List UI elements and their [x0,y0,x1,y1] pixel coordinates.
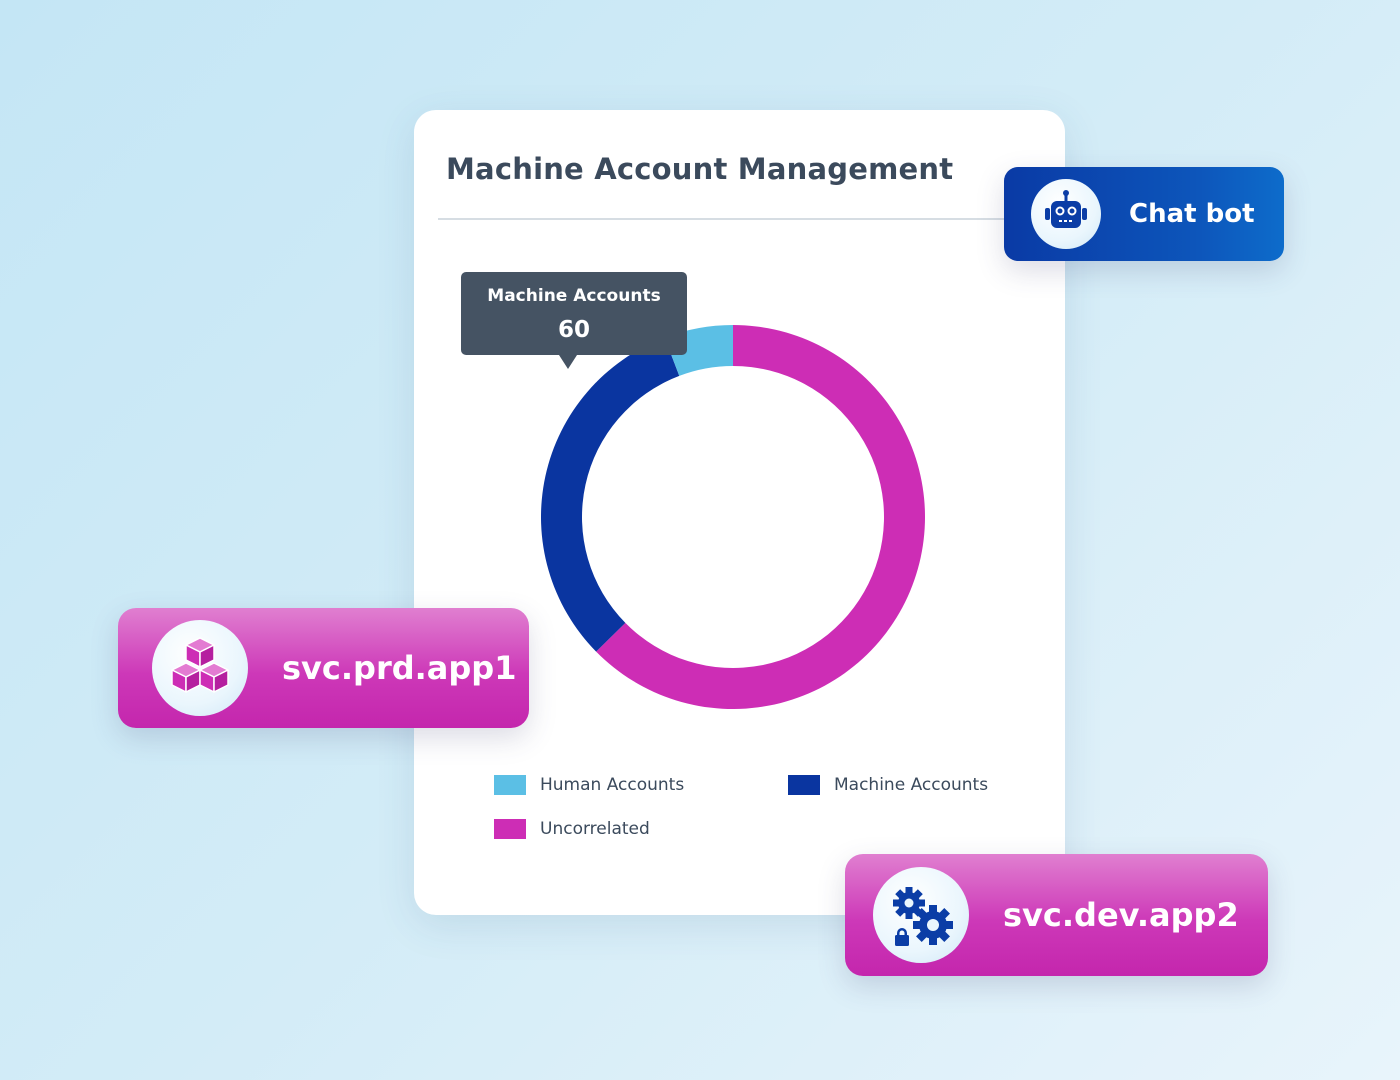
legend-item-human-accounts[interactable]: Human Accounts [494,775,684,795]
legend-label-machine-accounts: Machine Accounts [834,775,989,795]
legend-swatch-machine-accounts [788,775,820,795]
legend-label-uncorrelated: Uncorrelated [540,819,650,839]
service-label-dev: svc.dev.app2 [1003,896,1239,934]
service-chip-prd[interactable]: svc.prd.app1 [118,608,529,728]
chart-card: Machine Account Management Human Account… [414,110,1065,915]
robot-icon [1031,179,1101,249]
chart-tooltip: Machine Accounts 60 [461,272,687,369]
cubes-icon [152,620,248,716]
legend-item-machine-accounts[interactable]: Machine Accounts [788,775,988,795]
gears-lock-icon [873,867,969,963]
legend-label-human-accounts: Human Accounts [540,775,685,795]
service-chip-dev[interactable]: svc.dev.app2 [845,854,1268,976]
tooltip-label: Machine Accounts [487,286,661,306]
tooltip-value: 60 [557,317,590,343]
legend-swatch-uncorrelated [494,819,526,839]
legend-swatch-human-accounts [494,775,526,795]
service-label-prd: svc.prd.app1 [282,649,517,687]
donut-slice-machine-accounts[interactable] [541,337,680,652]
chatbot-chip[interactable]: Chat bot [1004,167,1284,261]
chatbot-label: Chat bot [1129,199,1255,229]
legend-item-uncorrelated[interactable]: Uncorrelated [494,819,650,839]
